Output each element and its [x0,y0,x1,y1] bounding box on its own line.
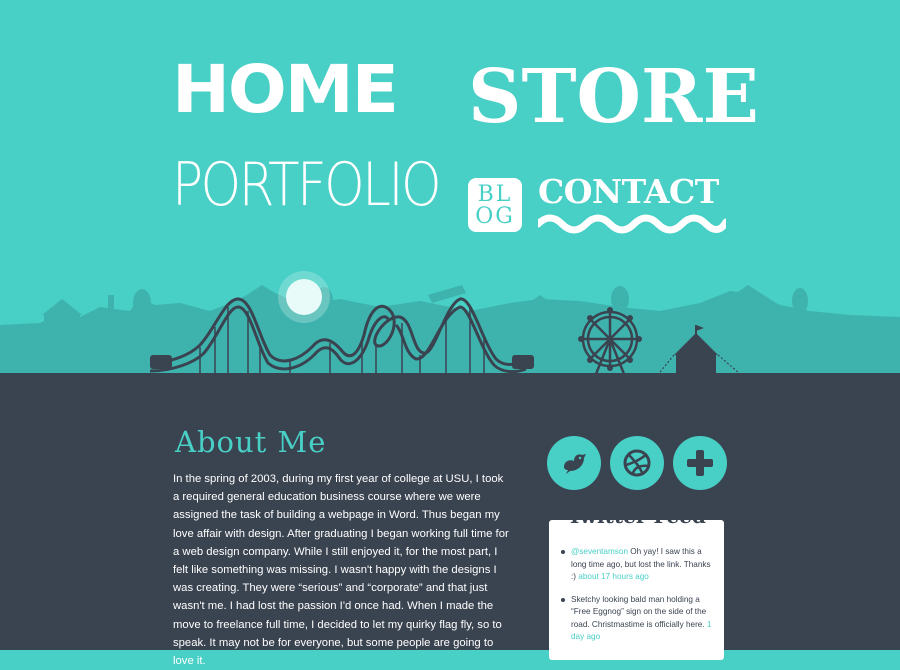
nav-contact-link[interactable]: CONTACT [538,172,719,212]
about-title: About Me [175,425,327,459]
wave-decoration-icon [538,214,726,234]
about-text: In the spring of 2003, during my first y… [173,473,509,668]
nav-blog-label-top: BL [477,182,513,207]
tweet-item: Sketchy looking bald man holding a “Free… [560,594,716,644]
nav-home-link[interactable]: HOME [172,50,399,130]
bird-icon [564,454,586,474]
nav-portfolio-link[interactable]: PORTFOLIO [172,150,442,220]
nav-blog-link[interactable]: BL OG [468,178,522,232]
amusement-park-skyline [0,271,900,390]
nav-store-link[interactable]: STORE [468,52,759,142]
twitter-button[interactable] [547,436,601,490]
tweet-text: Sketchy looking bald man holding a “Free… [571,594,707,629]
nav-blog-label-bottom: OG [475,204,515,229]
tweet-time-link[interactable]: about 17 hours ago [578,572,649,581]
plus-button[interactable] [673,436,727,490]
tweet-handle-link[interactable]: @seventamson [571,547,628,556]
twitter-feed-title: Twitter Feed [567,504,706,528]
tweet-item: @seventamson Oh yay! I saw this a long t… [560,546,716,584]
dribbble-button[interactable] [610,436,664,490]
tweet-list: @seventamson Oh yay! I saw this a long t… [560,546,716,654]
dribbble-ball-icon [623,449,651,477]
plus-icon [687,450,713,476]
